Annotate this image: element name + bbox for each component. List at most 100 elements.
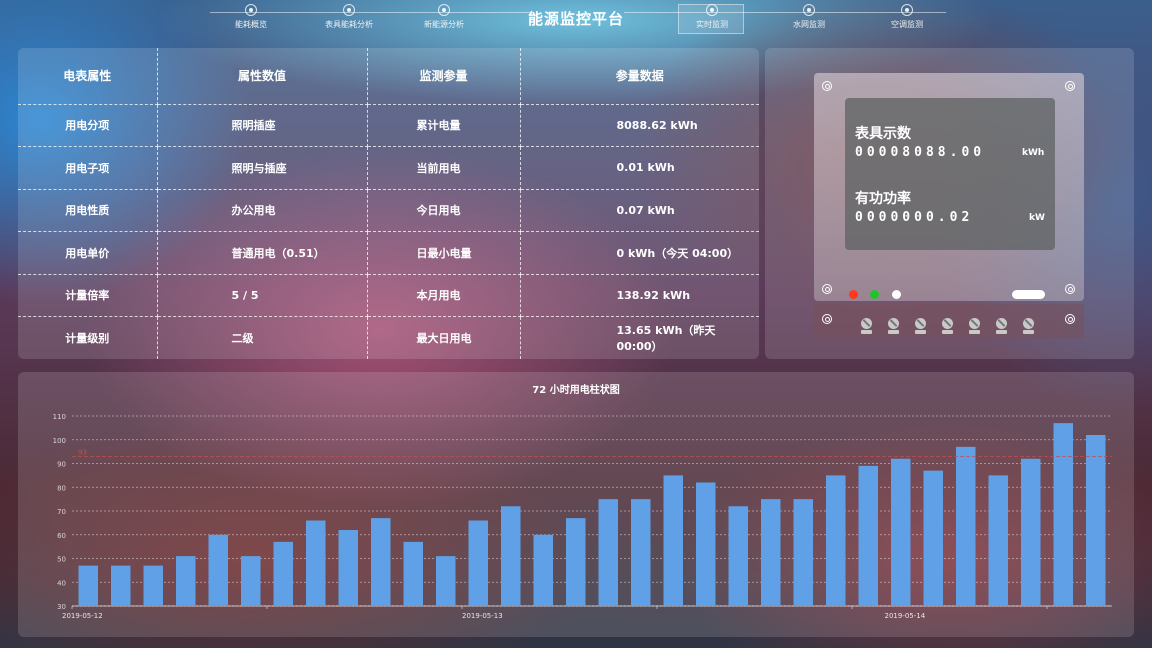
- usage-bar: [436, 556, 456, 606]
- column-header: 参量数据: [520, 48, 759, 105]
- nav-dot-icon: [245, 4, 257, 16]
- table-cell: 5 / 5: [157, 274, 368, 317]
- table-cell: 0 kWh（今天 04:00）: [520, 231, 759, 275]
- table-cell: 计量级别: [18, 316, 158, 359]
- usage-bar: [78, 565, 98, 606]
- nav-item-new-energy[interactable]: 新能源分析: [404, 4, 484, 30]
- screw-icon: [822, 314, 832, 324]
- nav-dot-icon: [803, 4, 815, 16]
- column-header: 属性数值: [157, 48, 368, 105]
- usage-bar-chart: 30 40 50 60 70 80 90 100 110 2019-05-12 2019-05-13…: [53, 413, 1112, 620]
- usage-bar: [956, 446, 976, 606]
- usage-bar: [923, 470, 943, 606]
- page-title: 能源监控平台: [527, 10, 624, 28]
- table-row: 计量倍率 5 / 5 本月用电 138.92 kWh: [18, 274, 759, 317]
- nav-item-water-monitor[interactable]: 水网监测: [769, 4, 849, 30]
- screw-icon: [1065, 284, 1075, 294]
- usage-bar: [1053, 423, 1073, 606]
- usage-bar: [241, 556, 261, 606]
- nav-label: 空调监测: [891, 20, 923, 29]
- y-tick-label: 90: [57, 461, 66, 469]
- table-cell: 办公用电: [157, 189, 368, 232]
- usage-bar: [208, 534, 228, 606]
- screw-icon: [822, 284, 832, 294]
- nav-label: 水网监测: [793, 20, 825, 29]
- y-tick-label: 110: [53, 413, 66, 421]
- table-cell: 最大日用电: [367, 316, 521, 359]
- usage-bar: [1086, 435, 1106, 606]
- table-cell: 0.01 kWh: [520, 146, 759, 190]
- nav-item-realtime-monitor[interactable]: 实时监测: [672, 4, 752, 34]
- table-cell: 普通用电（0.51）: [157, 231, 368, 275]
- x-tick-label: 2019-05-12: [62, 612, 103, 620]
- y-tick-label: 70: [57, 508, 66, 516]
- terminal-screw-icon: [942, 318, 954, 334]
- column-header: 电表属性: [18, 48, 158, 105]
- table-header-row: 电表属性 属性数值 监测参量 参量数据: [18, 48, 759, 105]
- table-cell: 13.65 kWh（昨天 00:00）: [616, 324, 716, 353]
- screw-icon: [1065, 81, 1075, 91]
- usage-bar: [533, 534, 553, 606]
- y-tick-label: 60: [57, 532, 66, 540]
- terminal-screw-icon: [969, 318, 981, 334]
- terminal-screw-icon: [915, 318, 927, 334]
- table-cell: 二级: [157, 316, 368, 359]
- usage-bar: [988, 475, 1008, 606]
- usage-bar: [566, 518, 586, 606]
- y-tick-label: 40: [57, 579, 66, 587]
- electric-meter-panel: 表具示数 00008088.00 kWh 有功功率 0000000.02 kW: [765, 48, 1134, 359]
- power-unit: kW: [1029, 213, 1045, 223]
- table-row: 用电子项 照明与插座 当前用电 0.01 kWh: [18, 146, 759, 190]
- white-indicator-light: [892, 290, 901, 299]
- table-row: 计量级别 二级 最大日用电 13.65 kWh（昨天 00:00）: [18, 316, 759, 359]
- table-cell: 138.92 kWh: [520, 274, 759, 317]
- nav-item-meter-analysis[interactable]: 表具能耗分析: [309, 4, 389, 30]
- y-tick-label: 50: [57, 556, 66, 564]
- y-tick-label: 30: [57, 603, 66, 611]
- screw-icon: [1065, 314, 1075, 324]
- reading-value: 00008088.00: [855, 145, 986, 160]
- meter-attribute-table: 电表属性 属性数值 监测参量 参量数据 用电分项 照明插座 累计电量 8088.…: [18, 48, 759, 359]
- usage-bar: [403, 541, 423, 606]
- nav-dot-icon: [343, 4, 355, 16]
- usage-bar: [501, 506, 521, 606]
- y-tick-label: 100: [53, 437, 66, 445]
- nav-item-ac-monitor[interactable]: 空调监测: [867, 4, 947, 30]
- table-cell: 用电子项: [18, 146, 158, 190]
- table-cell: 用电性质: [18, 189, 158, 232]
- top-navigation: 能耗概览 表具能耗分析 新能源分析 能源监控平台 实时监测 水网监测 空调监测: [0, 0, 1152, 36]
- usage-bar: [143, 565, 163, 606]
- usage-bar: [111, 565, 131, 606]
- usage-bar: [273, 541, 293, 606]
- table-cell: 本月用电: [367, 274, 521, 317]
- meter-lcd-display: 表具示数 00008088.00 kWh 有功功率 0000000.02 kW: [845, 98, 1055, 250]
- usage-bar: [598, 499, 618, 606]
- nav-dot-icon: [438, 4, 450, 16]
- usage-bar: [306, 520, 326, 606]
- nav-label: 表具能耗分析: [325, 20, 373, 29]
- nav-label: 能耗概览: [235, 20, 267, 29]
- screw-icon: [822, 81, 832, 91]
- table-row: 用电单价 普通用电（0.51） 日最小电量 0 kWh（今天 04:00）: [18, 231, 759, 275]
- power-label: 有功功率: [855, 191, 911, 207]
- usage-bar: [728, 506, 748, 606]
- terminal-screw-icon: [1023, 318, 1035, 334]
- usage-bar: [176, 556, 196, 606]
- usage-bar: [826, 475, 846, 606]
- nav-item-energy-overview[interactable]: 能耗概览: [211, 4, 291, 30]
- nav-dot-icon: [706, 4, 718, 16]
- table-cell: 今日用电: [367, 189, 521, 232]
- x-tick-label: 2019-05-14: [885, 612, 926, 620]
- usage-bar: [631, 499, 651, 606]
- usage-bar: [1021, 458, 1041, 606]
- 72-hour-usage-chart-panel: 72 小时用电柱状图 30 40 50 60 70 80 90 100 110 2019-05-1…: [18, 372, 1134, 637]
- usage-bar: [338, 530, 358, 606]
- usage-bar: [663, 475, 683, 606]
- table-row: 用电分项 照明插座 累计电量 8088.62 kWh: [18, 104, 759, 147]
- column-header: 监测参量: [367, 48, 521, 105]
- meter-attribute-panel: 电表属性 属性数值 监测参量 参量数据 用电分项 照明插座 累计电量 8088.…: [18, 48, 759, 359]
- table-cell: 用电单价: [18, 231, 158, 275]
- table-cell: 照明插座: [157, 104, 368, 147]
- usage-bar: [468, 520, 488, 606]
- terminal-screw-icon: [996, 318, 1008, 334]
